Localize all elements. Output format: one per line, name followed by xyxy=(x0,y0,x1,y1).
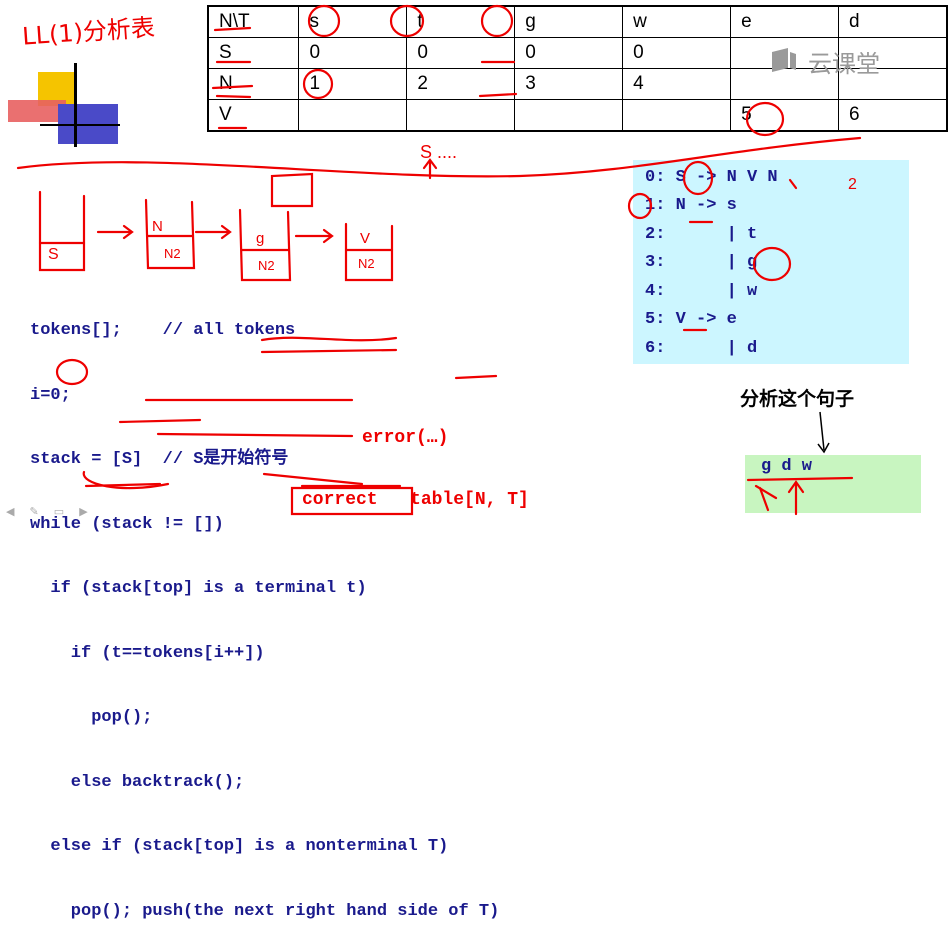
table-cell xyxy=(622,99,732,132)
code-line: else backtrack(); xyxy=(30,772,245,792)
code-line: stack = [S] // S是开始符号 xyxy=(30,450,289,469)
decor-horizontal-line xyxy=(40,124,120,126)
decor-vertical-line xyxy=(74,63,77,147)
table-header-row: N\T s t g w e d xyxy=(207,5,948,38)
code-line: if (t==tokens[i++]) xyxy=(30,643,265,663)
code-line: else if (stack[top] is a nonterminal T) xyxy=(30,837,449,856)
code-line: if (stack[top] is a terminal t) xyxy=(30,579,367,598)
table-cell: V xyxy=(207,99,300,132)
code-line: pop(); xyxy=(30,708,153,727)
table-cell: N xyxy=(207,68,300,100)
table-cell: 0 xyxy=(298,37,408,69)
grammar-line: 5: V -> e xyxy=(645,310,737,329)
table-cell xyxy=(298,99,408,132)
table-cell: 5 xyxy=(730,99,840,132)
stack-label: N2 xyxy=(358,256,375,271)
stack-label: N2 xyxy=(164,246,181,261)
table-cell: 6 xyxy=(838,99,948,132)
grammar-line: 3: | g xyxy=(645,253,758,272)
input-sentence: g d w xyxy=(761,457,813,476)
stack-label: S xyxy=(48,246,59,263)
grammar-line: 1: N -> s xyxy=(645,196,737,215)
table-cell: 3 xyxy=(514,68,624,100)
table-cell xyxy=(514,99,624,132)
annotation-n2-subscript: 2 xyxy=(848,176,857,193)
sentence-label: 分析这个句子 xyxy=(740,388,855,410)
table-cell: 1 xyxy=(298,68,408,100)
grammar-line: 6: | d xyxy=(645,339,758,358)
table-cell xyxy=(406,99,516,132)
table-cell: s xyxy=(298,5,408,38)
code-line: tokens[]; // all tokens xyxy=(30,321,296,340)
grammar-line: 2: | t xyxy=(645,225,758,244)
code-line: while (stack != []) xyxy=(30,514,224,534)
logo-icon xyxy=(772,48,796,72)
stack-label: N xyxy=(152,218,163,235)
table-cell: 4 xyxy=(622,68,732,100)
grammar-line: 4: | w xyxy=(645,282,758,301)
table-cell: S xyxy=(207,37,300,69)
input-sentence-box: g d w xyxy=(745,455,921,513)
table-cell: g xyxy=(514,5,624,38)
stack-label: g xyxy=(256,230,265,247)
logo-text: 云课堂 xyxy=(808,50,880,78)
yunketang-logo: 云课堂 xyxy=(768,40,918,80)
handwritten-title: LL(1)分析表 xyxy=(21,13,156,51)
table-cell: t xyxy=(406,5,516,38)
code-line: i=0; xyxy=(30,385,71,405)
table-cell: 0 xyxy=(514,37,624,69)
annotation-correct: correct table[N, T] xyxy=(302,490,529,510)
table-cell: 0 xyxy=(406,37,516,69)
parser-pseudocode: tokens[]; // all tokens i=0; stack = [S]… xyxy=(30,277,499,944)
table-row: V 5 6 xyxy=(207,99,948,132)
grammar-line: 0: S -> N V N xyxy=(645,168,778,187)
grammar-box: 0: S -> N V N 1: N -> s 2: | t 3: | g 4:… xyxy=(633,160,909,364)
table-cell: N\T xyxy=(207,5,300,38)
table-cell: w xyxy=(622,5,732,38)
stack-label: V xyxy=(360,230,371,247)
table-cell: e xyxy=(730,5,840,38)
annotation-error: error(…) xyxy=(362,428,449,448)
table-cell: 0 xyxy=(622,37,732,69)
code-line: pop(); push(the next right hand side of … xyxy=(30,901,500,921)
stack-label: N2 xyxy=(258,258,275,273)
player-controls[interactable]: ◀ ✎ ▭ ▶ xyxy=(6,505,94,518)
table-cell: d xyxy=(838,5,948,38)
annotation-s-dots: S .... xyxy=(420,142,458,162)
table-cell: 2 xyxy=(406,68,516,100)
